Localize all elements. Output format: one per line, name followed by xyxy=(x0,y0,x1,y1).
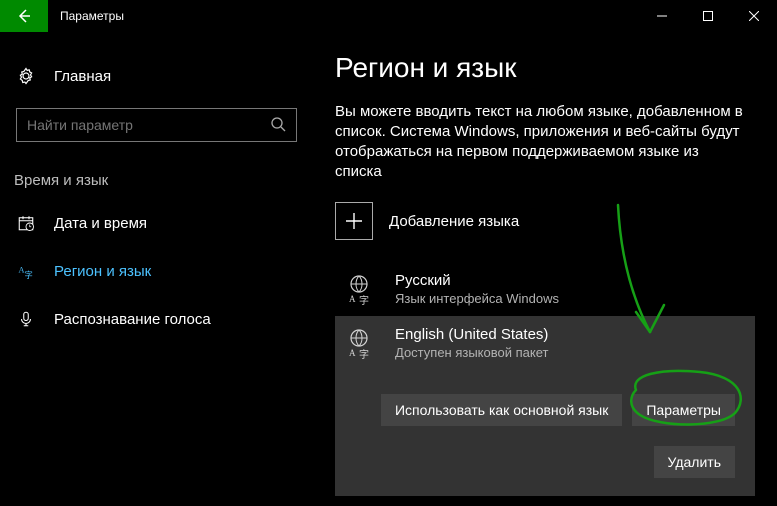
search-input[interactable] xyxy=(27,117,270,133)
window-controls xyxy=(639,0,777,32)
language-name: Русский xyxy=(395,272,559,289)
microphone-icon xyxy=(16,310,36,328)
options-button[interactable]: Параметры xyxy=(632,394,735,426)
maximize-button[interactable] xyxy=(685,0,731,32)
add-language-label: Добавление языка xyxy=(389,213,519,230)
language-sub: Доступен языковой пакет xyxy=(395,345,548,360)
language-name: English (United States) xyxy=(395,326,548,343)
page-title: Регион и язык xyxy=(335,52,755,84)
sidebar-item-region-language[interactable]: A字 Регион и язык xyxy=(0,247,313,295)
sidebar-item-speech[interactable]: Распознавание голоса xyxy=(0,295,313,343)
window-title: Параметры xyxy=(48,9,124,23)
plus-icon xyxy=(335,202,373,240)
language-item-english[interactable]: A 字 English (United States) Доступен язы… xyxy=(335,316,755,496)
svg-text:字: 字 xyxy=(359,294,369,306)
language-globe-az-icon: A 字 xyxy=(347,272,379,304)
arrow-left-icon xyxy=(16,8,32,24)
language-az-icon: A字 xyxy=(16,262,36,280)
sidebar: Главная Время и язык Дата и время A字 Рег… xyxy=(0,32,313,506)
main-panel: Регион и язык Вы можете вводить текст на… xyxy=(313,32,777,506)
minimize-icon xyxy=(657,11,667,21)
language-item-russian[interactable]: A 字 Русский Язык интерфейса Windows xyxy=(335,262,755,316)
svg-text:A: A xyxy=(349,294,356,304)
sidebar-home-label: Главная xyxy=(54,68,111,85)
maximize-icon xyxy=(703,11,713,21)
svg-text:A: A xyxy=(19,266,25,275)
svg-text:字: 字 xyxy=(25,270,33,280)
sidebar-item-label: Дата и время xyxy=(54,215,147,232)
sidebar-home[interactable]: Главная xyxy=(0,52,313,100)
close-button[interactable] xyxy=(731,0,777,32)
sidebar-item-date-time[interactable]: Дата и время xyxy=(0,199,313,247)
language-sub: Язык интерфейса Windows xyxy=(395,291,559,306)
back-button[interactable] xyxy=(0,0,48,32)
sidebar-item-label: Распознавание голоса xyxy=(54,311,211,328)
gear-icon xyxy=(16,67,36,85)
sidebar-item-label: Регион и язык xyxy=(54,263,151,280)
page-description: Вы можете вводить текст на любом языке, … xyxy=(335,102,745,182)
svg-text:A: A xyxy=(349,348,356,358)
clock-calendar-icon xyxy=(16,214,36,232)
add-language[interactable]: Добавление языка xyxy=(335,202,755,240)
minimize-button[interactable] xyxy=(639,0,685,32)
remove-button[interactable]: Удалить xyxy=(654,446,735,478)
search-icon xyxy=(270,116,286,135)
svg-text:字: 字 xyxy=(359,348,369,360)
set-default-button[interactable]: Использовать как основной язык xyxy=(381,394,622,426)
language-globe-az-icon: A 字 xyxy=(347,326,379,358)
titlebar: Параметры xyxy=(0,0,777,32)
close-icon xyxy=(749,11,759,21)
search-box[interactable] xyxy=(16,108,297,142)
sidebar-section-header: Время и язык xyxy=(0,162,313,199)
